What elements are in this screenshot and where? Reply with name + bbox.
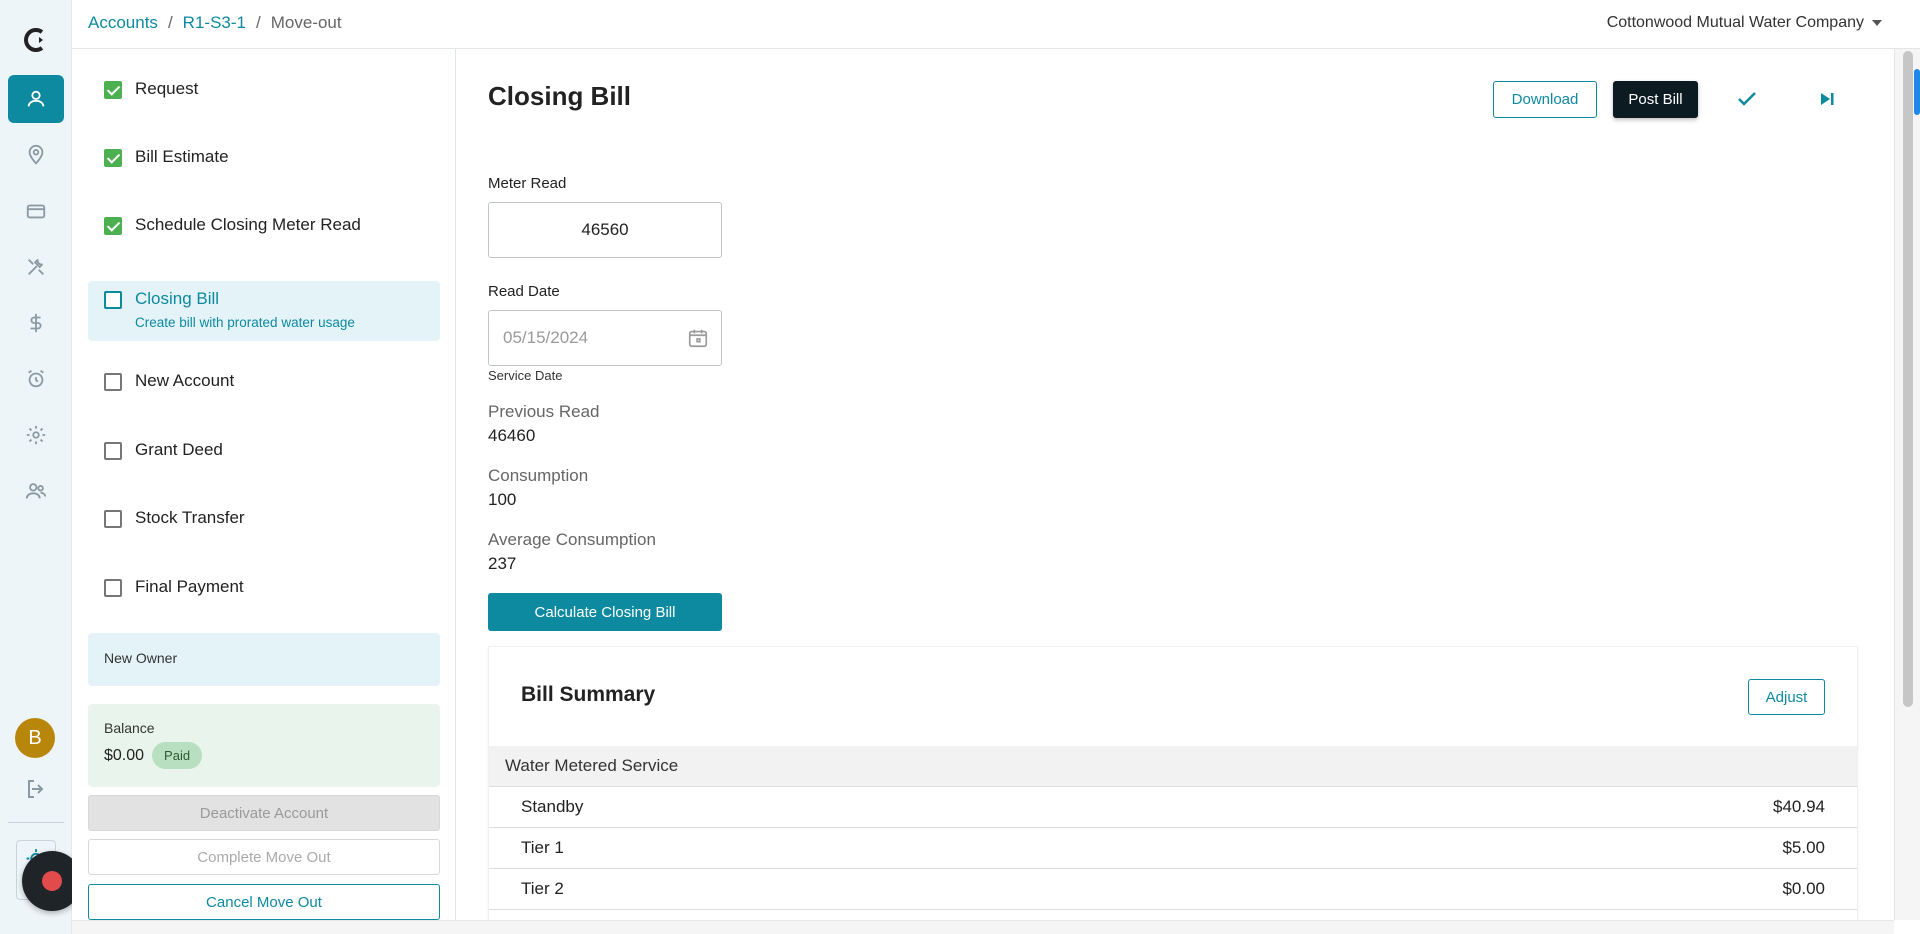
step-checkbox-checked[interactable] <box>104 81 122 99</box>
icon-rail: B <box>0 0 72 934</box>
step-checkbox[interactable] <box>104 373 122 391</box>
step-checkbox[interactable] <box>104 291 122 309</box>
breadcrumb-separator: / <box>167 13 173 32</box>
company-selector[interactable]: Cottonwood Mutual Water Company <box>1607 14 1882 32</box>
cancel-move-out-button[interactable]: Cancel Move Out <box>88 884 440 920</box>
breadcrumb-accounts-link[interactable]: Accounts <box>88 13 158 33</box>
status-badge: Paid <box>152 742 203 769</box>
step-label: Grant Deed <box>135 440 223 459</box>
step-closing-bill[interactable]: Closing Bill Create bill with prorated w… <box>88 281 440 341</box>
average-consumption-value: 237 <box>488 554 517 573</box>
adjust-button[interactable]: Adjust <box>1748 679 1825 715</box>
step-label: Schedule Closing Meter Read <box>135 215 361 234</box>
vertical-scrollbar[interactable] <box>1894 49 1920 920</box>
breadcrumb-separator: / <box>255 13 261 32</box>
nav-settings-gear-icon[interactable] <box>8 411 64 459</box>
step-final-payment[interactable]: Final Payment <box>88 569 440 605</box>
step-subtitle: Create bill with prorated water usage <box>135 315 355 330</box>
read-date-value: 05/15/2024 <box>503 328 589 347</box>
step-bill-estimate[interactable]: Bill Estimate <box>88 139 440 175</box>
line-item-amount: $5.00 <box>1782 838 1825 857</box>
scroll-indicator <box>1914 69 1920 115</box>
closing-bill-panel: Closing Bill Download Post Bill Meter Re… <box>456 49 1894 920</box>
step-schedule-closing-meter-read[interactable]: Schedule Closing Meter Read <box>88 207 440 243</box>
step-request[interactable]: Request <box>88 71 440 107</box>
balance-label: Balance <box>104 720 155 736</box>
service-date-helper: Service Date <box>488 368 563 383</box>
nav-tools-icon[interactable] <box>8 243 64 291</box>
nav-alarm-clock-icon[interactable] <box>8 355 64 403</box>
nav-billing-card-icon[interactable] <box>8 187 64 235</box>
new-owner-box: New Owner <box>88 633 440 686</box>
app-logo-icon[interactable] <box>22 26 50 54</box>
scrollbar-thumb[interactable] <box>1903 51 1913 707</box>
line-item-name: Standby <box>521 797 584 816</box>
complete-move-out-button[interactable]: Complete Move Out <box>88 839 440 875</box>
table-row: Tier 2 $0.00 <box>489 869 1857 910</box>
user-avatar[interactable]: B <box>15 718 55 758</box>
calendar-icon[interactable] <box>687 327 709 349</box>
line-item-amount: $0.00 <box>1782 879 1825 898</box>
chevron-down-icon <box>1872 20 1882 26</box>
horizontal-scrollbar[interactable] <box>72 920 1894 934</box>
rail-divider <box>8 822 64 823</box>
download-button[interactable]: Download <box>1493 81 1597 118</box>
step-checkbox[interactable] <box>104 510 122 528</box>
line-item-amount: $40.94 <box>1773 797 1825 816</box>
line-item-name: Tier 2 <box>521 879 564 898</box>
service-group-header: Water Metered Service <box>489 746 1857 787</box>
meter-read-label: Meter Read <box>488 175 567 192</box>
record-dot-icon <box>42 871 62 891</box>
read-date-label: Read Date <box>488 283 560 300</box>
top-bar: Accounts / R1-S3-1 / Move-out Cottonwood… <box>72 0 1920 49</box>
step-grant-deed[interactable]: Grant Deed <box>88 432 440 468</box>
read-date-input[interactable]: 05/15/2024 <box>488 310 722 366</box>
skip-next-icon[interactable] <box>1815 87 1839 111</box>
logout-icon[interactable] <box>24 777 48 801</box>
breadcrumb-account-link[interactable]: R1-S3-1 <box>183 13 246 33</box>
post-bill-button[interactable]: Post Bill <box>1613 81 1698 118</box>
step-label: Closing Bill <box>135 289 220 308</box>
breadcrumb-current: Move-out <box>270 13 342 32</box>
previous-read-value: 46460 <box>488 426 536 445</box>
consumption-label: Consumption <box>488 466 589 485</box>
nav-location-icon[interactable] <box>8 131 64 179</box>
page-title: Closing Bill <box>488 81 631 111</box>
balance-box: Balance $0.00 Paid <box>88 704 440 787</box>
balance-amount: $0.00 <box>104 746 145 764</box>
step-checkbox[interactable] <box>104 442 122 460</box>
move-out-steps-panel: Request Bill Estimate Schedule Closing M… <box>72 49 456 920</box>
nav-payments-dollar-icon[interactable] <box>8 299 64 347</box>
line-item-name: Tier 1 <box>521 838 564 857</box>
nav-accounts-icon[interactable] <box>8 75 64 123</box>
nav-users-icon[interactable] <box>8 467 64 515</box>
deactivate-account-button[interactable]: Deactivate Account <box>88 795 440 831</box>
step-new-account[interactable]: New Account <box>88 363 440 399</box>
calculate-closing-bill-button[interactable]: Calculate Closing Bill <box>488 593 722 631</box>
step-checkbox-checked[interactable] <box>104 149 122 167</box>
step-label: Stock Transfer <box>135 508 245 527</box>
meter-read-input[interactable]: 46560 <box>488 202 722 258</box>
average-consumption-label: Average Consumption <box>488 530 656 549</box>
bill-summary-card: Bill Summary Adjust Water Metered Servic… <box>488 646 1858 920</box>
table-row: Standby $40.94 <box>489 787 1857 828</box>
company-name: Cottonwood Mutual Water Company <box>1606 14 1864 31</box>
step-label: Request <box>135 79 199 98</box>
bill-summary-title: Bill Summary <box>521 683 656 706</box>
breadcrumb: Accounts / R1-S3-1 / Move-out <box>88 13 342 33</box>
check-icon[interactable] <box>1735 87 1759 111</box>
consumption-value: 100 <box>488 490 517 509</box>
previous-read-label: Previous Read <box>488 402 600 421</box>
step-stock-transfer[interactable]: Stock Transfer <box>88 500 440 536</box>
step-label: Bill Estimate <box>135 147 229 166</box>
step-checkbox-checked[interactable] <box>104 217 122 235</box>
step-checkbox[interactable] <box>104 579 122 597</box>
table-row: Tier 1 $5.00 <box>489 828 1857 869</box>
step-label: New Account <box>135 371 235 390</box>
step-label: Final Payment <box>135 577 244 596</box>
